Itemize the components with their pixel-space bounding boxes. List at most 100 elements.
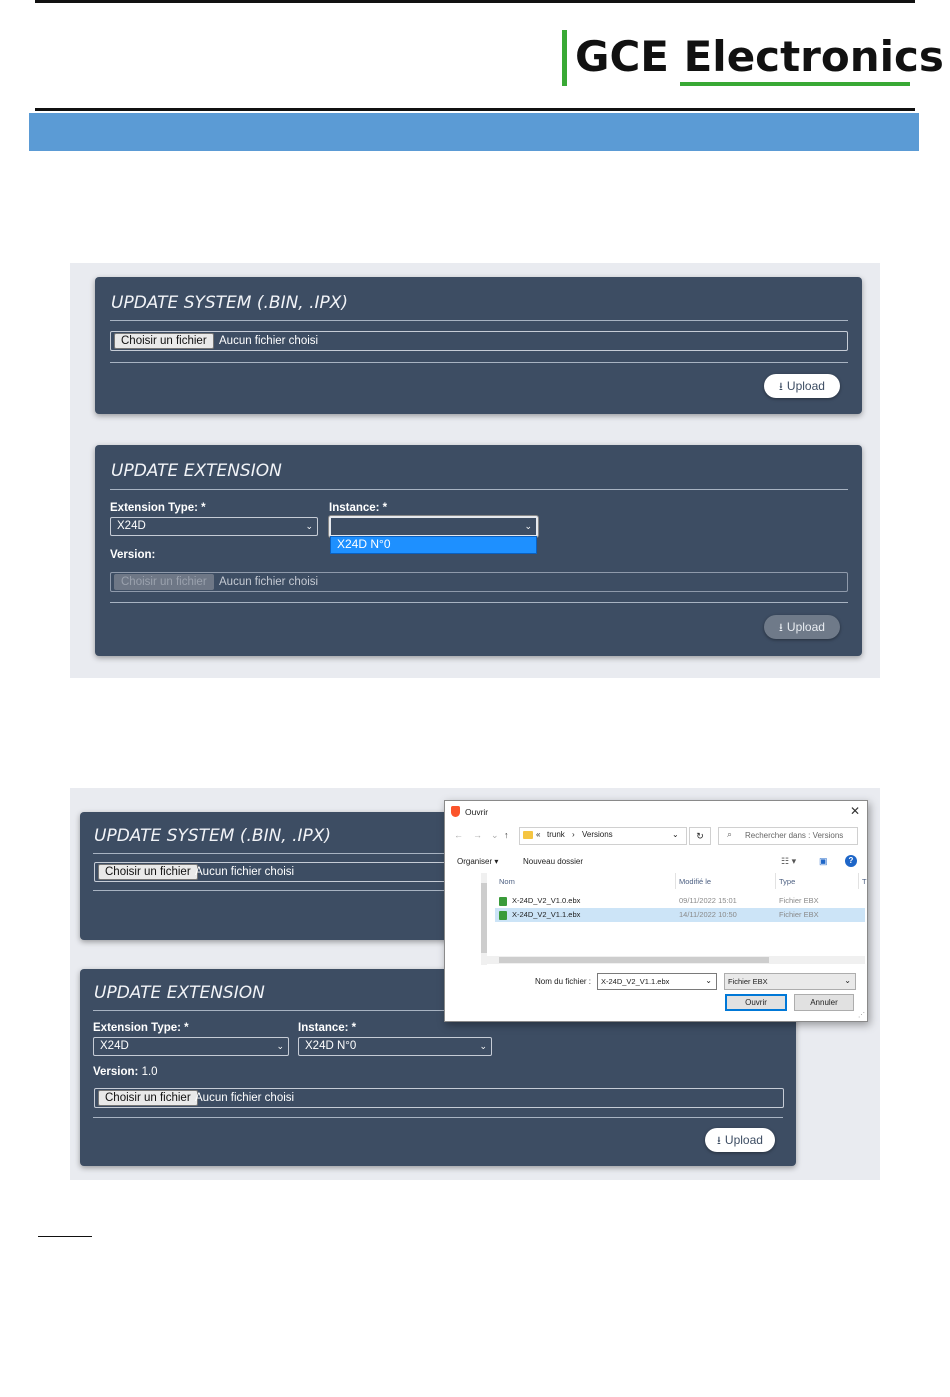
- upload-icon: ⭳: [779, 622, 783, 634]
- brave-browser-icon: [451, 806, 460, 817]
- instance-dropdown-option[interactable]: X24D N°0: [330, 536, 537, 554]
- file-row[interactable]: X-24D_V2_V1.0.ebx 09/11/2022 15:01 Fichi…: [495, 894, 865, 908]
- chevron-down-icon[interactable]: ⌄: [672, 830, 679, 839]
- file-modified: 14/11/2022 10:50: [679, 910, 737, 919]
- filename-label: Nom du fichier :: [535, 977, 592, 986]
- address-bar[interactable]: « trunk › Versions ⌄: [519, 827, 687, 845]
- choose-file-button[interactable]: Choisir un fichier: [98, 864, 198, 880]
- file-status: Aucun fichier choisi: [219, 335, 319, 347]
- filetype-select[interactable]: Fichier EBX ⌄: [724, 973, 856, 990]
- header-rule: [35, 108, 915, 111]
- file-type: Fichier EBX: [779, 910, 819, 919]
- choose-file-button[interactable]: Choisir un fichier: [114, 333, 214, 349]
- upload-button[interactable]: ⭳ Upload: [764, 374, 840, 398]
- nav-scrollbar[interactable]: [481, 873, 487, 965]
- update-system-card: UPDATE SYSTEM (.BIN, .IPX) Choisir un fi…: [95, 277, 862, 414]
- upload-button[interactable]: ⭳ Upload: [764, 615, 840, 639]
- choose-file-button[interactable]: Choisir un fichier: [114, 574, 214, 590]
- divider: [93, 1117, 783, 1118]
- breadcrumb-prefix: «: [536, 830, 541, 839]
- instance-label: Instance: *: [298, 1022, 357, 1034]
- option-label: X24D N°0: [337, 537, 391, 551]
- column-separator: [858, 873, 859, 889]
- version-label-text: Version:: [93, 1066, 139, 1078]
- scroll-thumb[interactable]: [481, 883, 487, 953]
- column-size[interactable]: T: [862, 877, 867, 886]
- top-rule: [35, 0, 915, 3]
- logo-bar: [562, 30, 567, 86]
- up-arrow-icon[interactable]: ↑: [504, 830, 509, 840]
- search-icon: ⌕: [727, 829, 733, 839]
- divider: [110, 602, 848, 603]
- forward-arrow-icon[interactable]: →: [473, 830, 482, 840]
- file-modified: 09/11/2022 15:01: [679, 896, 737, 905]
- search-placeholder: Rechercher dans : Versions: [745, 831, 844, 840]
- column-modified[interactable]: Modifié le: [679, 877, 711, 886]
- divider: [110, 320, 848, 321]
- card-title: UPDATE EXTENSION: [94, 983, 265, 1003]
- back-arrow-icon[interactable]: ←: [454, 830, 463, 840]
- filetype-value: Fichier EBX: [728, 977, 768, 986]
- extension-file-input[interactable]: Choisir un fichier Aucun fichier choisi: [94, 1088, 784, 1108]
- section-band: [29, 113, 919, 151]
- divider: [110, 362, 848, 363]
- chevron-down-icon: ⌄: [305, 521, 313, 531]
- version-label: Version:: [110, 549, 156, 561]
- navigation-pane[interactable]: [465, 873, 479, 965]
- upload-icon: ⭳: [717, 1135, 721, 1147]
- file-type: Fichier EBX: [779, 896, 819, 905]
- upload-label: Upload: [786, 620, 825, 634]
- breadcrumb-separator: ›: [572, 830, 575, 839]
- upload-button[interactable]: ⭳ Upload: [705, 1128, 775, 1152]
- horizontal-scrollbar[interactable]: [487, 956, 865, 964]
- version-label: Version: 1.0: [93, 1066, 158, 1078]
- file-open-dialog: Ouvrir ✕ ← → ⌄ ↑ « trunk › Versions ⌄ ↻ …: [444, 800, 868, 1022]
- upload-label: Upload: [786, 379, 825, 393]
- chevron-down-icon: ⌄: [524, 521, 532, 531]
- file-row-selected[interactable]: X-24D_V2_V1.1.ebx 14/11/2022 10:50 Fichi…: [495, 908, 865, 922]
- choose-file-button[interactable]: Choisir un fichier: [98, 1090, 198, 1106]
- help-icon[interactable]: ?: [845, 855, 857, 867]
- new-folder-button[interactable]: Nouveau dossier: [523, 857, 583, 866]
- upload-icon: ⭳: [779, 381, 783, 393]
- divider: [110, 489, 848, 490]
- column-type[interactable]: Type: [779, 877, 795, 886]
- refresh-icon[interactable]: ↻: [689, 827, 711, 845]
- instance-select[interactable]: X24D N°0 ⌄: [298, 1037, 492, 1056]
- version-value: 1.0: [141, 1066, 158, 1078]
- breadcrumb-versions[interactable]: Versions: [582, 830, 613, 839]
- column-name[interactable]: Nom: [499, 877, 515, 886]
- extension-type-label: Extension Type: *: [110, 502, 206, 514]
- search-input[interactable]: ⌕ Rechercher dans : Versions: [718, 827, 858, 845]
- select-value: X24D: [100, 1040, 129, 1052]
- system-file-input[interactable]: Choisir un fichier Aucun fichier choisi: [110, 331, 848, 351]
- extension-file-input[interactable]: Choisir un fichier Aucun fichier choisi: [110, 572, 848, 592]
- recent-chevron-icon[interactable]: ⌄: [491, 830, 499, 841]
- logo-text: GCE Electronics: [575, 32, 944, 81]
- instance-select[interactable]: ⌄: [329, 516, 538, 537]
- extension-type-label: Extension Type: *: [93, 1022, 189, 1034]
- card-title: UPDATE EXTENSION: [111, 461, 282, 481]
- preview-pane-icon[interactable]: ▣: [819, 856, 828, 867]
- instance-label: Instance: *: [329, 502, 388, 514]
- update-extension-card: UPDATE EXTENSION Extension Type: * X24D …: [95, 445, 862, 656]
- chevron-down-icon: ⌄: [479, 1041, 487, 1051]
- view-options-icon[interactable]: ☷ ▾: [781, 856, 796, 867]
- column-separator: [675, 873, 676, 889]
- screenshot-1: UPDATE SYSTEM (.BIN, .IPX) Choisir un fi…: [70, 263, 880, 678]
- resize-grip-icon[interactable]: ⋰: [858, 1011, 865, 1019]
- file-status: Aucun fichier choisi: [219, 576, 319, 588]
- organize-menu[interactable]: Organiser ▾: [457, 857, 498, 866]
- file-status: Aucun fichier choisi: [195, 866, 295, 878]
- ebx-file-icon: [499, 897, 507, 906]
- extension-type-select[interactable]: X24D ⌄: [93, 1037, 289, 1056]
- scroll-thumb[interactable]: [499, 957, 769, 963]
- chevron-down-icon[interactable]: ⌄: [705, 976, 712, 985]
- filename-input[interactable]: X-24D_V2_V1.1.ebx ⌄: [597, 973, 717, 990]
- open-button[interactable]: Ouvrir: [725, 994, 787, 1011]
- extension-type-select[interactable]: X24D ⌄: [110, 517, 318, 536]
- column-separator: [775, 873, 776, 889]
- breadcrumb-trunk[interactable]: trunk: [547, 830, 565, 839]
- close-icon[interactable]: ✕: [850, 804, 860, 818]
- cancel-button[interactable]: Annuler: [794, 994, 854, 1011]
